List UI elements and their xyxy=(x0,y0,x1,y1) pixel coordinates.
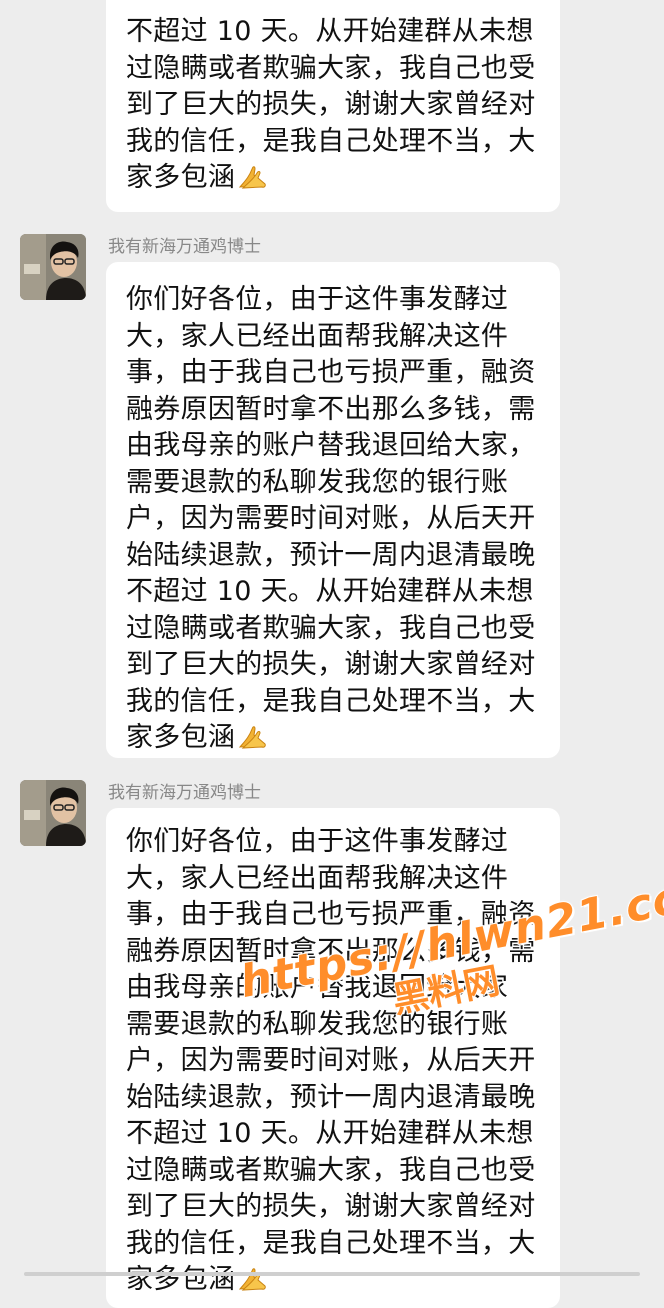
message-bubble[interactable]: 你们好各位，由于这件事发酵过 大，家人已经出面帮我解决这件 事，由于我自己也亏损… xyxy=(106,808,560,1308)
avatar[interactable] xyxy=(20,234,86,300)
pray-icon xyxy=(237,723,267,749)
message-text: 你们好各位，由于这件事发酵过 大，家人已经出面帮我解决这件 事，由于我自己也亏损… xyxy=(126,826,536,1295)
message-bubble[interactable]: 你们好各位，由于这件事发酵过 大，家人已经出面帮我解决这件 事，由于我自己也亏损… xyxy=(106,262,560,758)
message-bubble[interactable]: 不超过 10 天。从开始建群从未想 过隐瞒或者欺骗大家，我自己也受 到了巨大的损… xyxy=(106,0,560,212)
home-indicator[interactable] xyxy=(24,1272,640,1276)
pray-icon xyxy=(237,1265,267,1291)
message-text: 不超过 10 天。从开始建群从未想 过隐瞒或者欺骗大家，我自己也受 到了巨大的损… xyxy=(126,16,536,193)
avatar-photo-icon xyxy=(20,234,86,300)
sender-name: 我有新海万通鸡博士 xyxy=(108,783,261,803)
avatar[interactable] xyxy=(20,780,86,846)
sender-name: 我有新海万通鸡博士 xyxy=(108,237,261,257)
pray-icon xyxy=(237,163,267,189)
message-text: 你们好各位，由于这件事发酵过 大，家人已经出面帮我解决这件 事，由于我自己也亏损… xyxy=(126,284,536,753)
avatar-photo-icon xyxy=(20,780,86,846)
